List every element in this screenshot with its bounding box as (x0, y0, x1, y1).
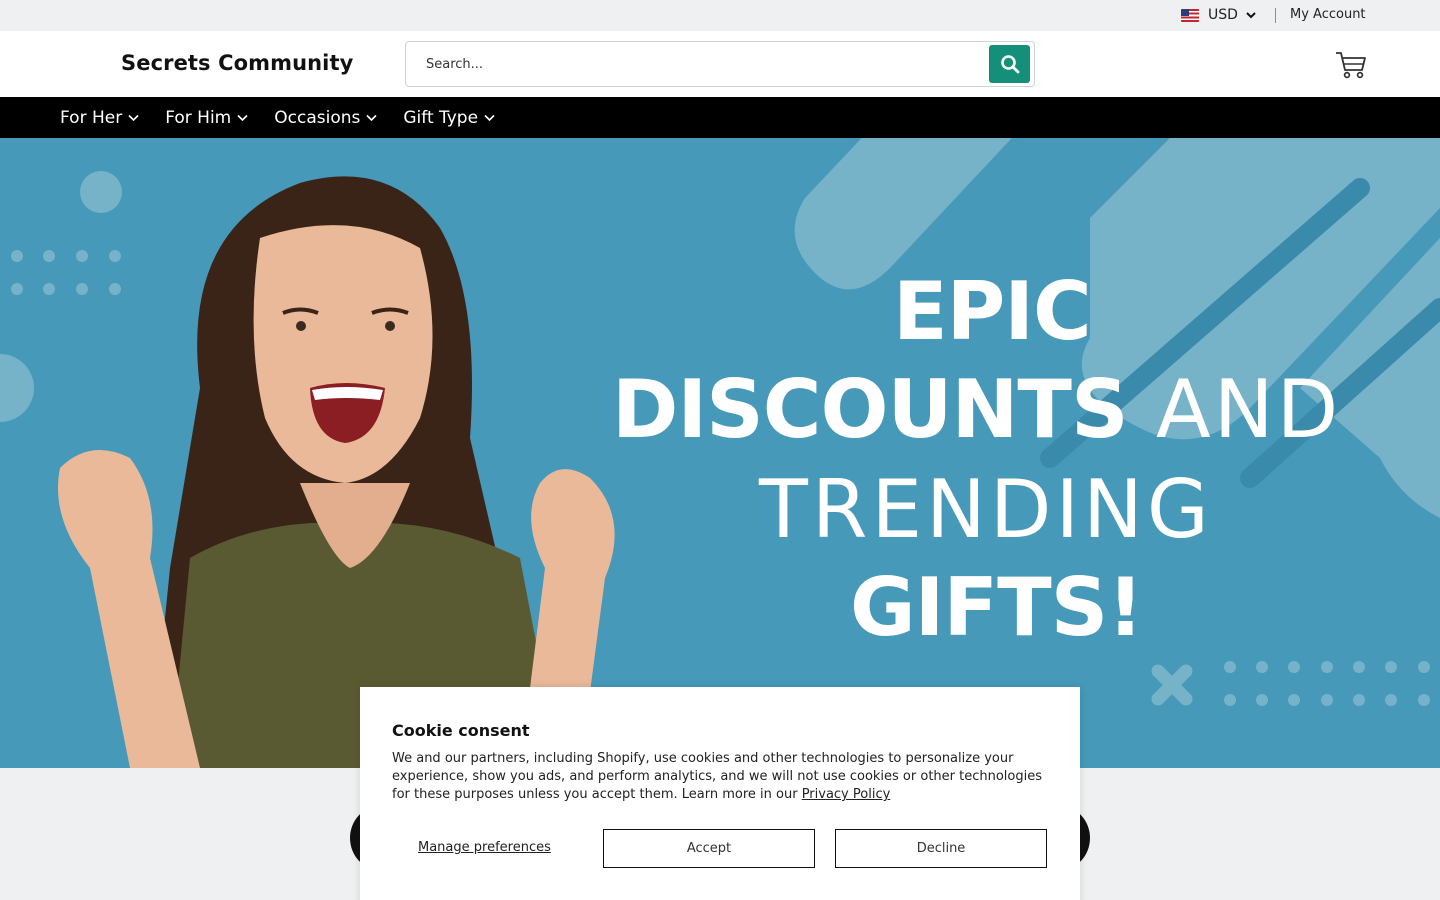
nav-item-label: Gift Type (403, 107, 479, 128)
chevron-down-icon (366, 114, 377, 121)
hero-heading-and: AND (1127, 363, 1342, 456)
nav-item-for-him[interactable]: For Him (165, 108, 248, 128)
nav-item-label: For Him (165, 107, 232, 128)
cart-icon (1336, 52, 1366, 79)
chevron-down-icon (237, 114, 248, 121)
main-nav: For Her For Him Occasions Gift Type (0, 97, 1440, 138)
us-flag-icon (1181, 8, 1199, 22)
chevron-down-icon (1246, 12, 1256, 19)
manage-preferences-button[interactable]: Manage preferences (418, 840, 551, 855)
privacy-policy-link[interactable]: Privacy Policy (802, 787, 891, 802)
site-header: Secrets Community (0, 31, 1440, 97)
top-utility-bar: USD My Account (0, 0, 1440, 31)
cookie-body-text: We and our partners, including Shopify, … (392, 751, 1043, 802)
cookie-body: We and our partners, including Shopify, … (392, 750, 1042, 804)
chevron-down-icon (484, 114, 495, 121)
cookie-consent-dialog: Cookie consent We and our partners, incl… (360, 687, 1080, 900)
decline-button[interactable]: Decline (835, 829, 1047, 868)
cookie-title: Cookie consent (392, 721, 530, 740)
hero-heading-line-4: GIFTS! (850, 561, 1144, 654)
my-account-link[interactable]: My Account (1290, 7, 1366, 22)
topbar-divider (1275, 8, 1276, 23)
hero-heading-line-2: DISCOUNTS AND (612, 370, 1341, 450)
hero-heading-discounts: DISCOUNTS (612, 363, 1129, 456)
search-button[interactable] (989, 45, 1030, 83)
search-bar (405, 41, 1035, 87)
hero-person-illustration (58, 176, 615, 768)
hero-heading-line-1: EPIC (893, 265, 1092, 358)
hero-banner[interactable]: EPIC DISCOUNTS AND TRENDING GIFTS! (0, 138, 1440, 768)
currency-label: USD (1208, 7, 1238, 23)
search-input[interactable] (407, 43, 987, 85)
nav-item-label: Occasions (274, 107, 361, 128)
chevron-down-icon (128, 114, 139, 121)
accept-button[interactable]: Accept (603, 829, 815, 868)
nav-item-label: For Her (60, 107, 123, 128)
site-logo[interactable]: Secrets Community (121, 51, 353, 75)
cart-button[interactable] (1334, 50, 1368, 80)
search-icon (1000, 55, 1019, 74)
currency-selector[interactable]: USD (1181, 6, 1257, 24)
nav-item-for-her[interactable]: For Her (60, 108, 139, 128)
nav-item-gift-type[interactable]: Gift Type (403, 108, 495, 128)
nav-item-occasions[interactable]: Occasions (274, 108, 377, 128)
hero-heading-line-3: TRENDING (759, 463, 1213, 556)
